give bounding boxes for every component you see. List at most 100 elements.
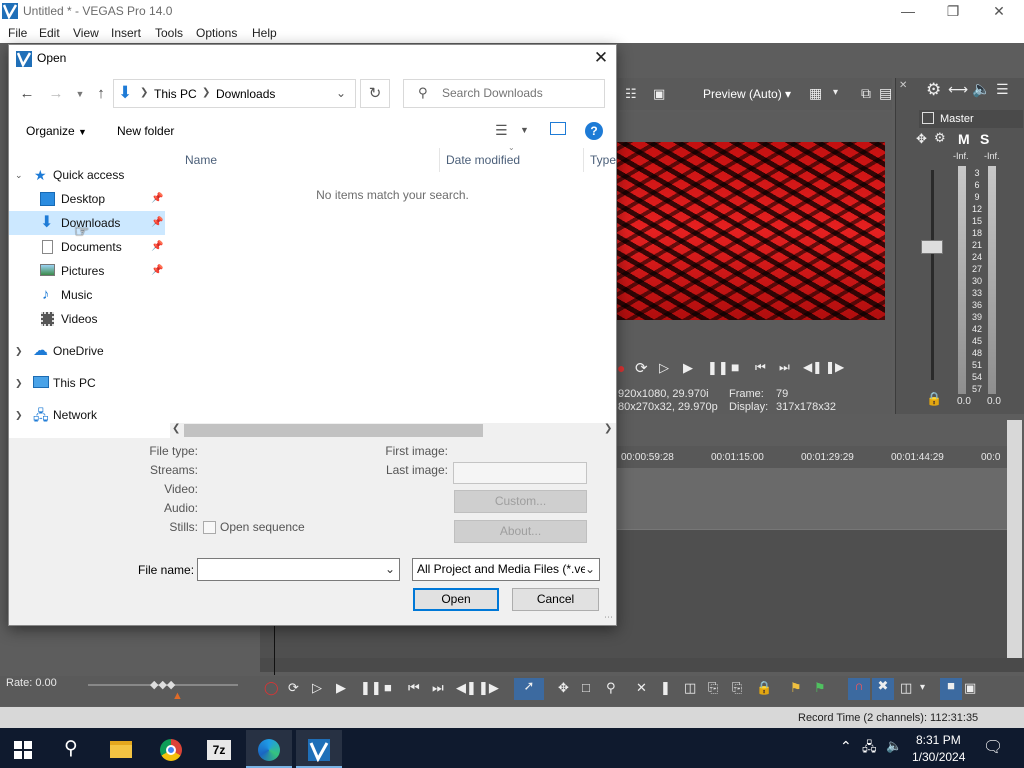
marker-icon[interactable]: ⚑ [790,680,802,696]
fx-icon[interactable]: ☰ [996,81,1009,98]
search-box[interactable]: ⚲ [403,79,605,108]
new-folder-button[interactable]: New folder [117,124,174,138]
network-status-icon[interactable]: 🖧 [862,738,877,760]
tree-this-pc[interactable]: ❯ This PC [9,371,165,395]
go-to-end-icon[interactable]: ⏭ [779,360,790,375]
timeline-vertical-scrollbar[interactable] [1007,420,1022,672]
split-screen-icon[interactable]: ☷ [625,86,637,102]
open-sequence-checkbox[interactable] [203,521,216,534]
dialog-close-button[interactable]: ✕ [587,47,615,69]
close-icon[interactable]: ✕ [899,80,907,91]
file-explorer-icon[interactable] [98,730,144,768]
play-from-start-icon[interactable]: ▷ [659,360,669,376]
menu-tools[interactable]: Tools [155,26,183,40]
go-to-end-icon[interactable]: ⏭ [432,680,444,696]
snap-icon[interactable]: ∩ [848,678,870,700]
tree-desktop[interactable]: Desktop 📌 [9,187,165,211]
address-chevron-down-icon[interactable]: ⌄ [336,86,346,100]
help-icon[interactable]: ? [585,122,603,140]
chevron-down-icon[interactable]: ⌄ [385,562,395,576]
preview-pane-icon[interactable] [550,122,566,135]
pin-icon[interactable]: 📌 [151,259,163,283]
pin-icon[interactable]: 📌 [151,187,163,211]
breadcrumb-this-pc[interactable]: This PC [154,87,197,101]
edge-icon[interactable] [246,730,292,768]
loop-icon[interactable]: ⟳ [635,359,648,377]
auto-crossfade-icon[interactable]: ✖ [872,678,894,700]
column-header-name[interactable]: Name [185,150,217,170]
app-close-button[interactable]: ✕ [976,0,1022,23]
save-snapshot-icon[interactable]: ▤ [879,85,892,102]
overlay-icon[interactable]: ▣ [653,86,665,102]
7zip-icon[interactable]: 7z [196,730,242,768]
tree-network[interactable]: ❯ 🖧 Network [9,403,165,427]
clock-time[interactable]: 8:31 PM [916,733,961,747]
file-type-filter-select[interactable]: All Project and Media Files (*.ve ⌄ [412,558,600,581]
search-input[interactable] [442,86,597,100]
chevron-down-icon[interactable]: ▼ [520,125,529,135]
solo-button[interactable]: S [980,131,989,147]
organize-button[interactable]: Organize ▼ [26,124,87,138]
breadcrumb-downloads[interactable]: Downloads [216,87,275,101]
settings-gear-icon[interactable]: ⚙ [926,80,941,100]
chrome-icon[interactable] [148,730,194,768]
chevron-down-icon[interactable]: ⌄ [584,559,595,580]
menu-insert[interactable]: Insert [111,26,141,40]
menu-file[interactable]: File [8,26,27,40]
lock-icon[interactable]: 🔒 [926,391,942,407]
resize-grip-icon[interactable]: ⋯ [604,612,613,623]
up-arrow-icon[interactable]: ↑ [91,84,111,104]
scroll-right-icon[interactable]: ❯ [604,423,612,434]
chevron-down-icon[interactable]: ▾ [920,682,925,693]
chevron-down-icon[interactable]: ▾ [833,87,838,98]
play-icon[interactable]: ▶ [683,360,693,376]
column-divider[interactable] [583,148,584,172]
trim-end-icon[interactable]: ⎘ [732,680,742,696]
file-name-combobox[interactable]: ⌄ [197,558,400,581]
about-button[interactable]: About... [454,520,587,543]
column-header-date-modified[interactable]: Date modified [446,150,520,170]
normal-edit-tool-icon[interactable]: ➚ [514,678,544,700]
collapsed-chevron-icon[interactable]: ❯ [15,403,23,427]
next-frame-icon[interactable]: ❚▶ [478,680,499,696]
volume-muted-icon[interactable]: 🔈 [886,738,902,754]
grid-icon[interactable]: ▦ [809,85,822,102]
back-arrow-icon[interactable]: ← [17,84,37,104]
prev-frame-icon[interactable]: ◀❚ [456,680,477,696]
timeline-horizontal-scrollbar[interactable] [260,658,1024,672]
speaker-icon[interactable]: 🔈 [972,80,991,98]
copy-snapshot-icon[interactable]: ⧉ [861,85,871,102]
preview-quality-dropdown[interactable]: Preview (Auto) ▾ [703,87,791,101]
trim-icon[interactable]: ❚ [660,680,671,696]
menu-help[interactable]: Help [252,26,277,40]
menu-options[interactable]: Options [196,26,237,40]
address-bar[interactable]: ⬇ ❯ This PC ❯ Downloads ⌄ [113,79,356,108]
rate-slider-handle[interactable]: ◆◆◆ [150,678,175,691]
zoom-tool-icon[interactable]: ⚲ [606,680,616,696]
stop-icon[interactable]: ■ [384,680,392,695]
delete-icon[interactable]: ✕ [636,680,647,696]
tree-videos[interactable]: Videos [9,307,165,331]
lock-icon[interactable]: 🔒 [756,680,772,696]
menu-edit[interactable]: Edit [39,26,60,40]
move-icon[interactable]: ✥ [916,131,927,147]
go-to-start-icon[interactable]: ⏮ [755,360,766,375]
region-icon[interactable]: ⚑ [814,680,826,696]
timeline-ruler[interactable]: 00:00:59:28 00:01:15:00 00:01:29:29 00:0… [617,446,1007,468]
vegas-icon[interactable] [296,730,342,768]
start-icon[interactable] [0,730,46,768]
minimize-button[interactable]: — [885,0,931,23]
tree-onedrive[interactable]: ❯ ☁ OneDrive [9,339,165,363]
search-icon[interactable]: ⚲ [48,730,94,768]
custom-button[interactable]: Custom... [454,490,587,513]
trim-start-icon[interactable]: ⎘ [708,680,718,696]
cancel-button[interactable]: Cancel [512,588,599,611]
mute-button[interactable]: M [958,131,970,147]
scroll-left-icon[interactable]: ❮ [172,423,180,434]
tree-pictures[interactable]: Pictures 📌 [9,259,165,283]
show-hidden-icons-chevron-icon[interactable]: ⌃ [840,738,852,755]
pin-icon[interactable]: 📌 [151,211,163,235]
go-to-start-icon[interactable]: ⏮ [408,680,420,696]
pin-icon[interactable]: 📌 [151,235,163,259]
ripple-icon[interactable]: ◫ [900,680,912,696]
